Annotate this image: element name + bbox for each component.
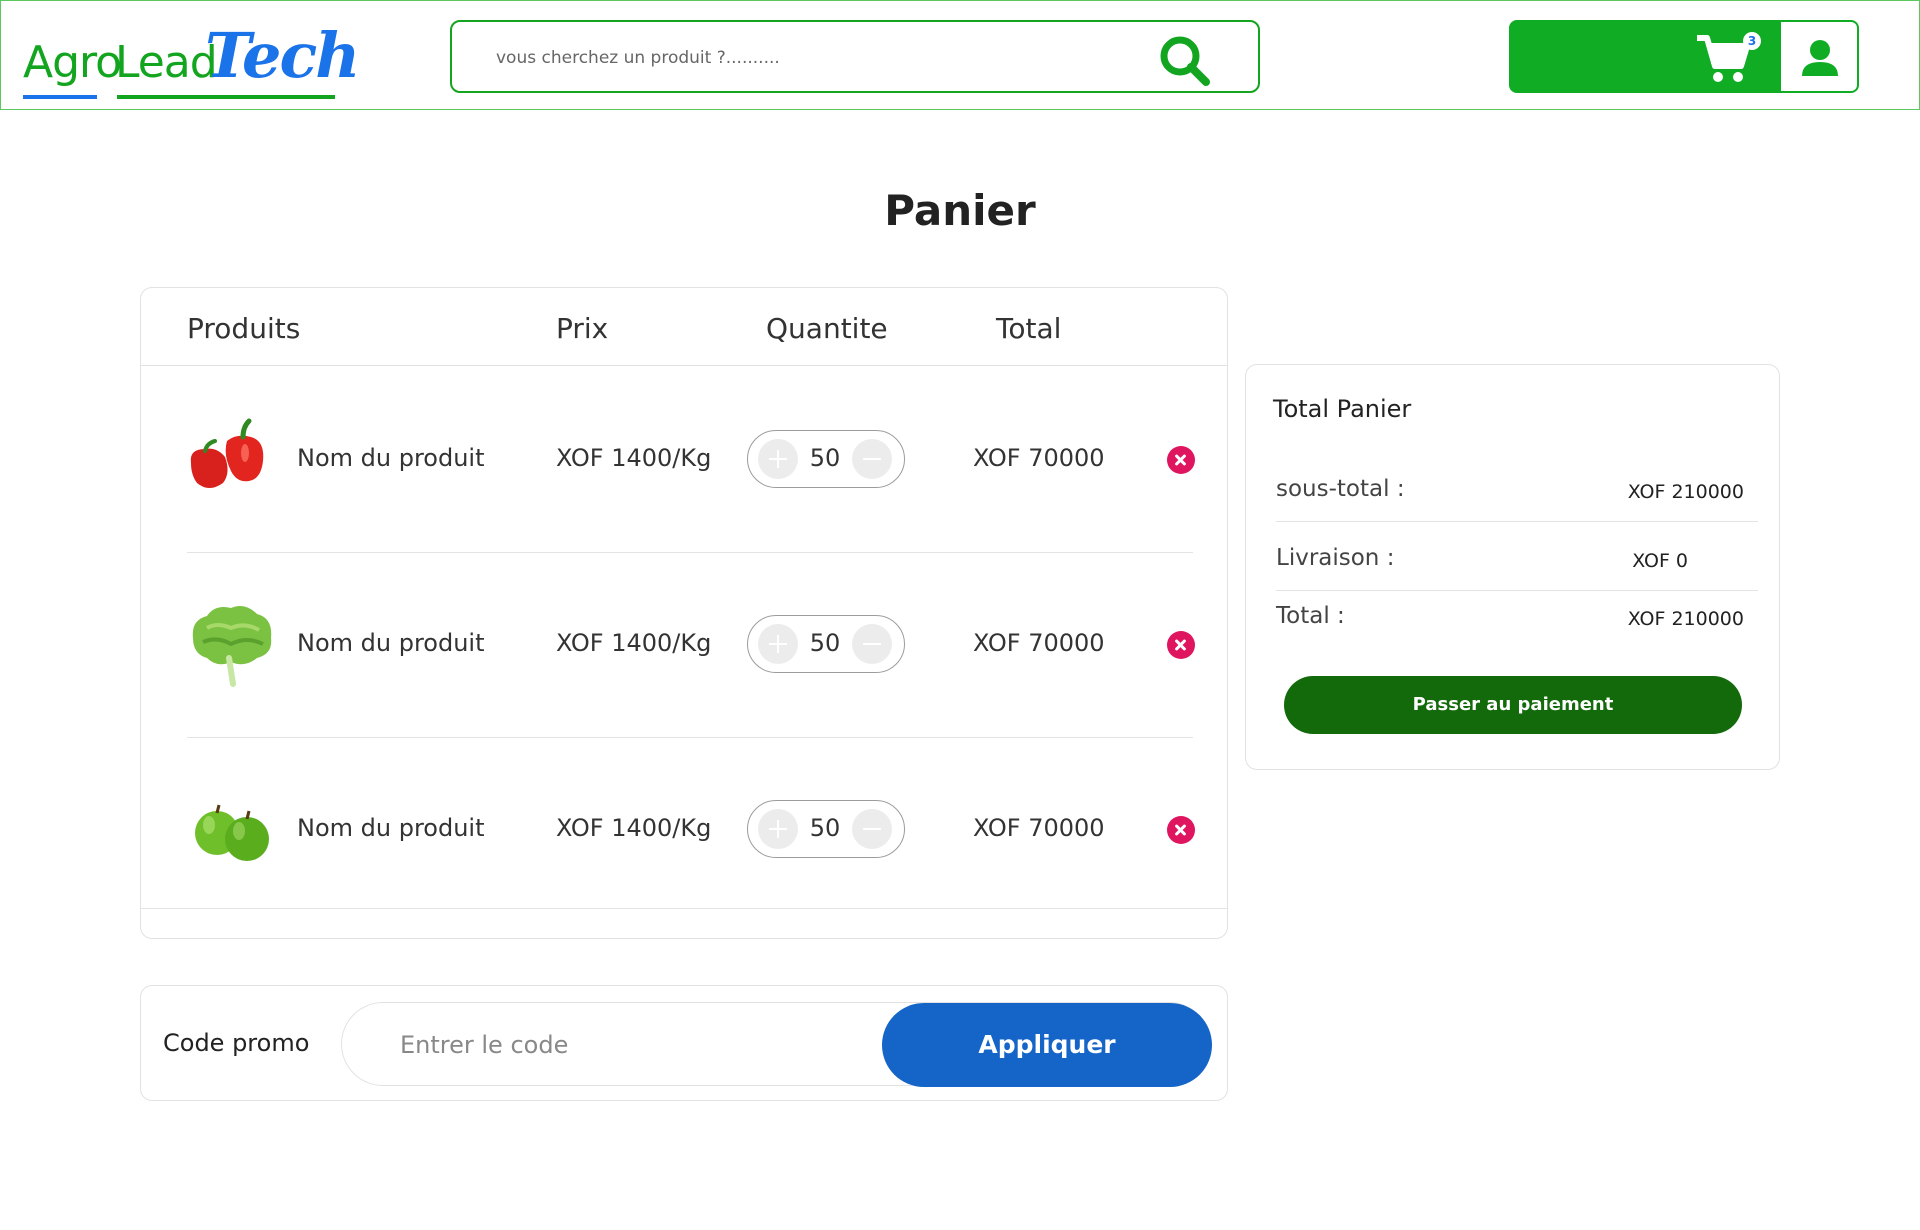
line-total: XOF 70000 <box>973 629 1105 657</box>
increase-quantity-button[interactable] <box>758 439 798 479</box>
checkout-button[interactable]: Passer au paiement <box>1284 676 1742 734</box>
total-row: Total : XOF 210000 <box>1276 593 1758 649</box>
quantity-value[interactable]: 50 <box>800 629 850 657</box>
product-name[interactable]: Nom du produit <box>297 814 485 842</box>
subtotal-label: sous-total : <box>1276 476 1405 502</box>
red-pepper-image <box>190 418 264 488</box>
cart-count-badge: 3 <box>1743 32 1761 50</box>
remove-item-icon[interactable] <box>1167 631 1195 659</box>
agroleadtech-logo[interactable]: Agro Lead Tech <box>23 19 360 101</box>
logo-underline-green <box>117 95 335 99</box>
logo-underline-blue <box>23 95 97 99</box>
total-label: Total : <box>1276 603 1345 629</box>
quantity-stepper: 50 <box>747 800 905 858</box>
cart-button[interactable]: 3 <box>1509 20 1781 93</box>
lettuce-image <box>192 606 272 687</box>
logo-agro-text: Agro <box>23 37 122 88</box>
table-row: Nom du produit XOF 1400/Kg 50 XOF 70000 <box>187 368 1195 553</box>
subtotal-value: XOF 210000 <box>1627 481 1744 503</box>
cart-summary: Total Panier sous-total : XOF 210000 Liv… <box>1245 364 1780 770</box>
line-total: XOF 70000 <box>973 444 1105 472</box>
apply-promo-button[interactable]: Appliquer <box>882 1003 1212 1087</box>
table-row: Nom du produit XOF 1400/Kg 50 XOF 70000 <box>187 553 1195 738</box>
product-name[interactable]: Nom du produit <box>297 444 485 472</box>
product-price: XOF 1400/Kg <box>556 629 712 657</box>
increase-quantity-button[interactable] <box>758 809 798 849</box>
logo-lead-text: Lead <box>115 37 218 88</box>
subtotal-row: sous-total : XOF 210000 <box>1276 466 1758 522</box>
account-button[interactable] <box>1781 20 1859 93</box>
column-prix: Prix <box>556 312 609 345</box>
line-total: XOF 70000 <box>973 814 1105 842</box>
green-apples-image <box>195 804 269 861</box>
column-quantite: Quantite <box>766 312 888 345</box>
search-icon[interactable] <box>1156 32 1212 88</box>
table-footer-divider <box>141 908 1227 909</box>
search-bar <box>450 20 1260 93</box>
column-produits: Produits <box>187 312 301 345</box>
column-total: Total <box>996 312 1062 345</box>
summary-divider <box>1276 590 1758 591</box>
remove-item-icon[interactable] <box>1167 446 1195 474</box>
quantity-value[interactable]: 50 <box>800 814 850 842</box>
user-icon <box>1802 40 1838 76</box>
summary-divider <box>1276 521 1758 522</box>
table-header: Produits Prix Quantite Total <box>141 288 1227 366</box>
promo-code-field: Appliquer <box>341 1002 1212 1087</box>
remove-item-icon[interactable] <box>1167 816 1195 844</box>
page-title: Panier <box>884 186 1036 235</box>
delivery-label: Livraison : <box>1276 545 1395 571</box>
quantity-value[interactable]: 50 <box>800 444 850 472</box>
decrease-quantity-button[interactable] <box>852 809 892 849</box>
quantity-stepper: 50 <box>747 615 905 673</box>
quantity-stepper: 50 <box>747 430 905 488</box>
delivery-row: Livraison : XOF 0 <box>1276 535 1758 591</box>
product-price: XOF 1400/Kg <box>556 444 712 472</box>
decrease-quantity-button[interactable] <box>852 624 892 664</box>
delivery-value: XOF 0 <box>1632 550 1688 572</box>
product-name[interactable]: Nom du produit <box>297 629 485 657</box>
total-value: XOF 210000 <box>1627 608 1744 630</box>
site-header: Agro Lead Tech 3 <box>0 0 1920 110</box>
cart-table: Produits Prix Quantite Total Nom du prod… <box>140 287 1228 939</box>
search-input[interactable] <box>496 40 1136 76</box>
promo-code-section: Code promo Appliquer <box>140 985 1228 1101</box>
product-price: XOF 1400/Kg <box>556 814 712 842</box>
increase-quantity-button[interactable] <box>758 624 798 664</box>
decrease-quantity-button[interactable] <box>852 439 892 479</box>
logo-tech-text: Tech <box>205 19 360 92</box>
promo-code-input[interactable] <box>400 1027 850 1063</box>
promo-code-label: Code promo <box>163 1029 310 1057</box>
table-row: Nom du produit XOF 1400/Kg 50 XOF 70000 <box>187 738 1195 923</box>
cart-summary-title: Total Panier <box>1273 395 1412 423</box>
